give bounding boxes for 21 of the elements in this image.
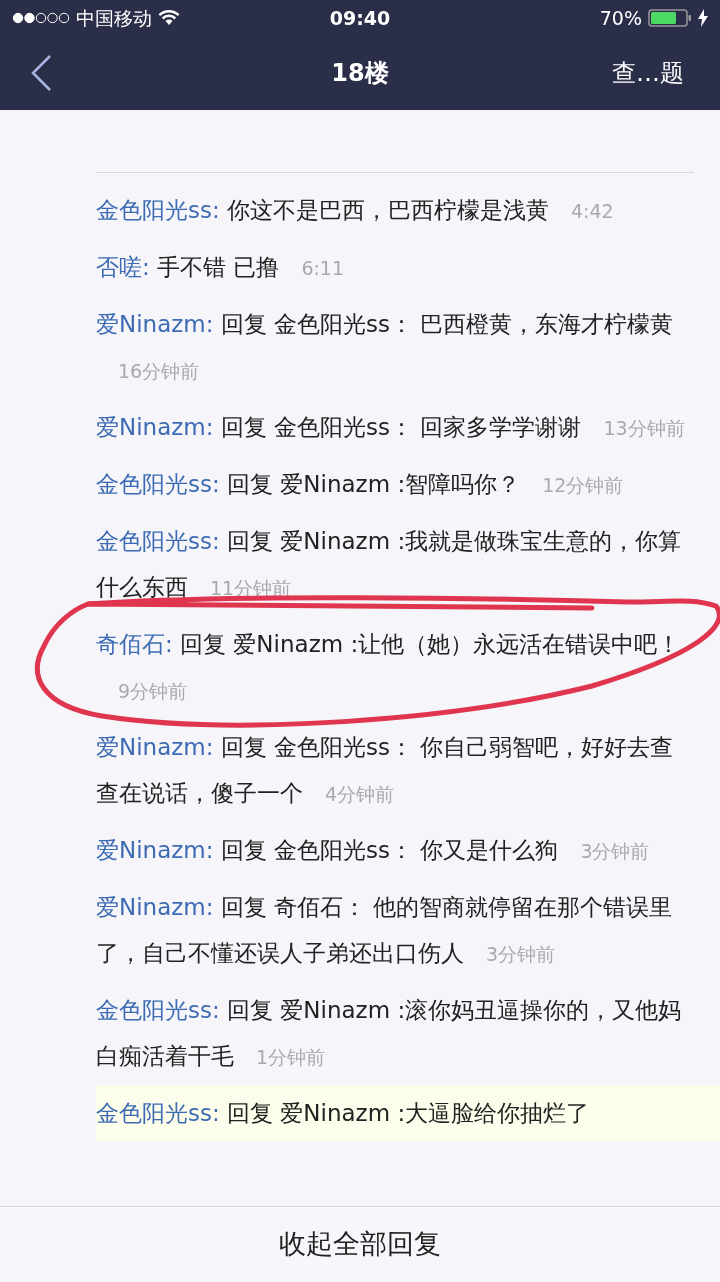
reply-text: 爱Ninazm: 回复 金色阳光ss： 你自己弱智吧，好好去查查在说话，傻子一个 4分钟前 bbox=[96, 733, 675, 808]
clock-time: 09:40 bbox=[329, 5, 391, 31]
reply-text: 否嗟: 手不错 已撸 6:11 bbox=[96, 253, 346, 282]
battery-percent: 70% bbox=[599, 5, 642, 31]
battery-icon bbox=[648, 9, 692, 27]
reply-text: 金色阳光ss: 回复 爱Ninazm :滚你妈丑逼操你的，又他妈白痴活着干毛 1分钟前 bbox=[96, 996, 683, 1071]
reply-text: 爱Ninazm: 回复 金色阳光ss： 回家多学学谢谢 13分钟前 bbox=[96, 413, 686, 442]
back-button[interactable] bbox=[30, 54, 52, 92]
reply-text: 爱Ninazm: 回复 奇佰石： 他的智商就停留在那个错误里了，自己不懂还误人子弟还出口伤人 3分钟前 bbox=[96, 893, 674, 968]
signal-icon bbox=[12, 12, 70, 24]
reply-text: 爱Ninazm: 回复 金色阳光ss： 巴西橙黄，东海才柠檬黄 16分钟前 bbox=[96, 310, 675, 384]
view-topic-button[interactable]: 查…题 bbox=[612, 55, 690, 91]
reply-text: 金色阳光ss: 回复 爱Ninazm :大逼脸给你抽烂了 bbox=[96, 1085, 720, 1141]
wifi-icon bbox=[158, 10, 180, 26]
charging-icon bbox=[698, 9, 708, 27]
carrier-name: 中国移动 bbox=[76, 5, 152, 31]
reply-text: 金色阳光ss: 回复 爱Ninazm :智障吗你？ 12分钟前 bbox=[96, 470, 625, 499]
reply-text: 奇佰石: 回复 爱Ninazm :让他（她）永远活在错误中吧！ 9分钟前 bbox=[96, 630, 682, 704]
reply-text: 金色阳光ss: 你这不是巴西，巴西柠檬是浅黄 4:42 bbox=[96, 196, 615, 225]
reply-text: 爱Ninazm: 回复 金色阳光ss： 你又是什么狗 3分钟前 bbox=[96, 836, 651, 865]
page-title: 18楼 bbox=[331, 58, 389, 89]
